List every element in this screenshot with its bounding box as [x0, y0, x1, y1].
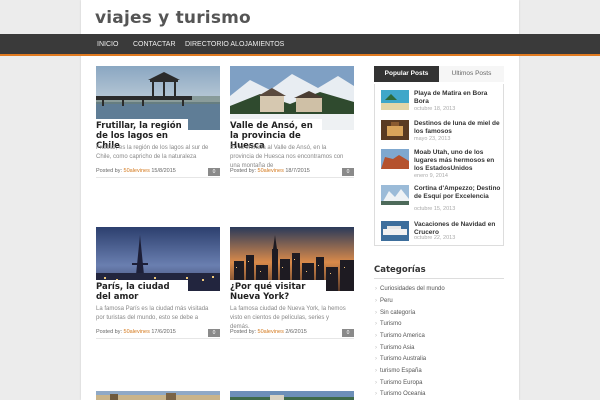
comment-count-badge[interactable]: 0 [208, 329, 220, 337]
post-card: Frutillar, la región de los lagos en Chi… [96, 66, 220, 178]
popular-post-date: octubre 22, 2013 [414, 235, 456, 241]
popular-post-thumbnail[interactable] [381, 149, 409, 169]
category-label: Turismo Asia [380, 345, 415, 351]
popular-post-thumbnail[interactable] [381, 90, 409, 110]
chevron-right-icon: › [375, 286, 377, 292]
chevron-right-icon: › [375, 333, 377, 339]
post-thumbnail[interactable] [230, 389, 354, 400]
comment-count-badge[interactable]: 0 [208, 168, 220, 176]
chevron-right-icon: › [375, 368, 377, 374]
post-excerpt: En la entrada al Valle de Ansó, en la pr… [230, 145, 344, 169]
category-label: Turismo Oceania [380, 391, 426, 397]
post-excerpt: Frutillar, es la región de los lagos al … [96, 145, 209, 160]
posted-by-label: Posted by: [230, 329, 256, 335]
popular-post-item[interactable]: Vacaciones de Navidad en Crucero octubre… [381, 221, 503, 243]
post-title[interactable]: París, la ciudad del amor [96, 280, 188, 302]
category-link[interactable]: › turismo España [375, 368, 422, 374]
post-divider [230, 177, 354, 178]
sidebar-tabs: Popular Posts Ultimos Posts [374, 66, 504, 82]
popular-post-title[interactable]: Destinos de luna de miel de los famosos [414, 120, 502, 136]
post-date: 17/6/2015 [151, 329, 176, 335]
chevron-right-icon: › [375, 345, 377, 351]
post-date: 18/7/2015 [285, 168, 310, 174]
post-author[interactable]: 50alevines [258, 168, 284, 174]
category-link[interactable]: › Turismo Australia [375, 356, 426, 362]
categories-divider [374, 278, 504, 279]
category-label: Turismo [380, 321, 402, 327]
category-link[interactable]: › Turismo Oceania [375, 391, 425, 397]
post-card: Valle de Ansó, en la provincia de Huesca… [230, 66, 354, 178]
post-meta: Posted by: 50alevines 17/6/2015 [96, 329, 176, 335]
comment-count-badge[interactable]: 0 [342, 329, 354, 337]
chevron-right-icon: › [375, 310, 377, 316]
post-author[interactable]: 50alevines [258, 329, 284, 335]
posted-by-label: Posted by: [96, 168, 122, 174]
popular-post-item[interactable]: Moab Utah, uno de los lugares más hermos… [381, 149, 503, 179]
post-divider [230, 338, 354, 339]
category-label: Curiosidades del mundo [380, 286, 445, 292]
category-label: turismo España [380, 368, 422, 374]
post-title[interactable]: ¿Por qué visitar Nueva York? [230, 280, 326, 302]
post-meta: Posted by: 50alevines 18/7/2015 [230, 168, 310, 174]
nav-inicio[interactable]: INICIO [97, 34, 118, 56]
post-divider [96, 177, 220, 178]
post-excerpt: La famosa ciudad de Nueva York, la hemos… [230, 306, 346, 330]
tab-popular-posts[interactable]: Popular Posts [374, 66, 439, 82]
popular-post-date: mayo 23, 2013 [414, 136, 451, 142]
post-thumbnail[interactable] [96, 389, 220, 400]
popular-post-title[interactable]: Cortina d'Ampezzo; Destino de Esquí por … [414, 185, 502, 201]
popular-post-date: octubre 18, 2013 [414, 106, 456, 112]
post-card: ¿Por qué visitar Nueva York? La famosa c… [230, 227, 354, 339]
nav-contactar[interactable]: CONTACTAR [133, 34, 176, 56]
post-excerpt: La famosa París es la ciudad más visitad… [96, 306, 209, 321]
categories-heading: Categorías [374, 265, 426, 275]
chevron-right-icon: › [375, 356, 377, 362]
post-date: 15/8/2015 [151, 168, 176, 174]
category-label: Turismo America [380, 333, 425, 339]
post-meta: Posted by: 50alevines 2/6/2015 [230, 329, 307, 335]
category-link[interactable]: › Curiosidades del mundo [375, 286, 445, 292]
category-label: Peru [380, 298, 393, 304]
category-label: Turismo Australia [380, 356, 427, 362]
popular-post-item[interactable]: Cortina d'Ampezzo; Destino de Esquí por … [381, 185, 503, 215]
site-title[interactable]: viajes y turismo [95, 8, 251, 28]
tab-ultimos-posts[interactable]: Ultimos Posts [439, 66, 504, 82]
comment-count-badge[interactable]: 0 [342, 168, 354, 176]
post-card: París, la ciudad del amor La famosa Parí… [96, 227, 220, 339]
chevron-right-icon: › [375, 380, 377, 386]
chevron-right-icon: › [375, 321, 377, 327]
chevron-right-icon: › [375, 391, 377, 397]
popular-post-date: enero 9, 2014 [414, 173, 448, 179]
popular-post-title[interactable]: Playa de Matira en Bora Bora [414, 90, 502, 106]
category-link[interactable]: › Turismo America [375, 333, 425, 339]
category-label: Sin categoría [380, 310, 416, 316]
popular-post-date: octubre 15, 2013 [414, 206, 456, 212]
posted-by-label: Posted by: [96, 329, 122, 335]
category-link[interactable]: › Turismo Asia [375, 345, 414, 351]
popular-post-item[interactable]: Playa de Matira en Bora Bora octubre 18,… [381, 90, 503, 114]
popular-post-item[interactable]: Destinos de luna de miel de los famosos … [381, 120, 503, 144]
category-link[interactable]: › Turismo Europa [375, 380, 422, 386]
popular-post-thumbnail[interactable] [381, 221, 409, 241]
posted-by-label: Posted by: [230, 168, 256, 174]
category-label: Turismo Europa [380, 380, 423, 386]
post-author[interactable]: 50alevines [124, 168, 150, 174]
post-author[interactable]: 50alevines [124, 329, 150, 335]
post-date: 2/6/2015 [285, 329, 307, 335]
category-link[interactable]: › Sin categoría [375, 310, 415, 316]
post-meta: Posted by: 50alevines 15/8/2015 [96, 168, 176, 174]
popular-post-title[interactable]: Moab Utah, uno de los lugares más hermos… [414, 149, 502, 173]
popular-post-thumbnail[interactable] [381, 120, 409, 140]
post-divider [96, 338, 220, 339]
category-link[interactable]: › Turismo [375, 321, 401, 327]
popular-post-thumbnail[interactable] [381, 185, 409, 205]
category-link[interactable]: › Peru [375, 298, 393, 304]
main-nav: INICIO CONTACTAR DIRECTORIO ALOJAMIENTOS [0, 34, 600, 56]
chevron-right-icon: › [375, 298, 377, 304]
nav-directorio-alojamientos[interactable]: DIRECTORIO ALOJAMIENTOS [185, 34, 284, 56]
